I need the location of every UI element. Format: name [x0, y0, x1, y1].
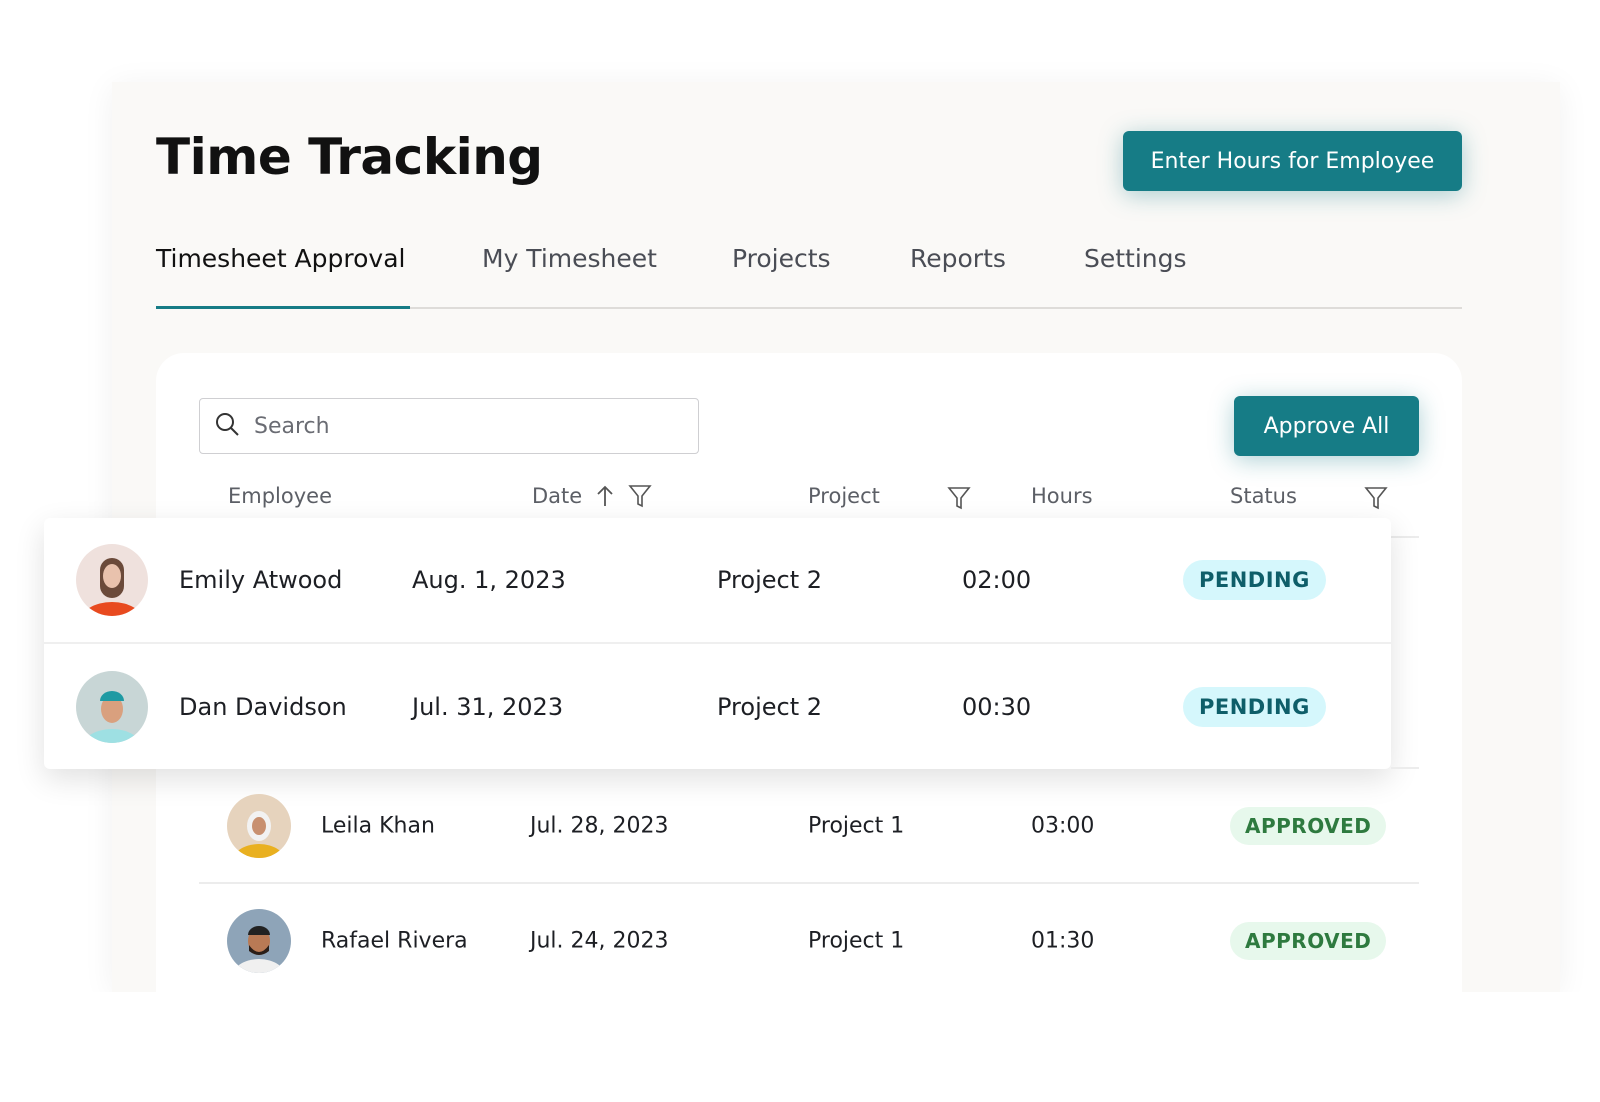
- hours-cell: 03:00: [1031, 813, 1095, 838]
- avatar: [76, 671, 148, 743]
- hours-cell: 01:30: [1031, 928, 1095, 953]
- column-label: Hours: [1031, 484, 1093, 508]
- column-label: Status: [1230, 484, 1297, 508]
- hours-cell: 02:00: [962, 566, 1032, 594]
- column-header-status[interactable]: Status: [1230, 484, 1297, 508]
- column-header-date[interactable]: Date: [532, 484, 652, 508]
- hours-cell: 00:30: [962, 693, 1032, 721]
- column-header-project[interactable]: Project: [808, 484, 880, 508]
- search-icon: [214, 411, 240, 441]
- search-box[interactable]: [199, 398, 699, 454]
- table-row[interactable]: Emily Atwood Aug. 1, 2023 Project 2 02:0…: [44, 518, 1391, 644]
- employee-name: Emily Atwood: [179, 566, 343, 594]
- status-badge: APPROVED: [1230, 921, 1387, 960]
- sort-ascending-icon[interactable]: [596, 485, 614, 507]
- search-input[interactable]: [254, 413, 674, 439]
- project-cell: Project 1: [808, 928, 905, 953]
- date-cell: Jul. 24, 2023: [530, 928, 669, 953]
- approve-all-button[interactable]: Approve All: [1234, 396, 1419, 456]
- project-cell: Project 1: [808, 813, 905, 838]
- table-row[interactable]: Leila Khan Jul. 28, 2023 Project 1 03:00…: [156, 769, 1462, 882]
- filter-icon[interactable]: [628, 484, 652, 508]
- project-cell: Project 2: [717, 693, 823, 721]
- date-cell: Jul. 31, 2023: [412, 693, 564, 721]
- avatar: [76, 544, 148, 616]
- tab-settings[interactable]: Settings: [1084, 244, 1187, 273]
- column-header-hours[interactable]: Hours: [1031, 484, 1093, 508]
- date-cell: Jul. 28, 2023: [530, 813, 669, 838]
- avatar: [227, 908, 291, 973]
- filter-icon[interactable]: [947, 486, 971, 510]
- employee-name: Dan Davidson: [179, 693, 347, 721]
- date-cell: Aug. 1, 2023: [412, 566, 566, 594]
- tab-bar: Timesheet Approval My Timesheet Projects…: [156, 240, 1462, 309]
- tab-reports[interactable]: Reports: [910, 244, 1006, 273]
- filter-icon[interactable]: [1364, 486, 1388, 510]
- tab-timesheet-approval[interactable]: Timesheet Approval: [156, 244, 406, 273]
- page-title: Time Tracking: [156, 128, 543, 186]
- avatar: [227, 793, 291, 858]
- status-badge: PENDING: [1183, 687, 1326, 727]
- column-label: Date: [532, 484, 583, 508]
- enter-hours-button[interactable]: Enter Hours for Employee: [1123, 131, 1462, 191]
- highlighted-rows-card: Emily Atwood Aug. 1, 2023 Project 2 02:0…: [44, 518, 1391, 769]
- employee-name: Leila Khan: [321, 813, 435, 838]
- tab-my-timesheet[interactable]: My Timesheet: [482, 244, 657, 273]
- column-label: Project: [808, 484, 880, 508]
- column-header-employee[interactable]: Employee: [228, 484, 332, 508]
- status-badge: APPROVED: [1230, 806, 1387, 845]
- status-badge: PENDING: [1183, 560, 1326, 600]
- project-cell: Project 2: [717, 566, 823, 594]
- page-background: [0, 992, 1600, 1102]
- column-label: Employee: [228, 484, 333, 508]
- table-row[interactable]: Rafael Rivera Jul. 24, 2023 Project 1 01…: [156, 884, 1462, 997]
- tab-projects[interactable]: Projects: [732, 244, 831, 273]
- active-tab-indicator: [156, 306, 410, 309]
- table-row[interactable]: Dan Davidson Jul. 31, 2023 Project 2 00:…: [44, 644, 1391, 770]
- employee-name: Rafael Rivera: [321, 928, 468, 953]
